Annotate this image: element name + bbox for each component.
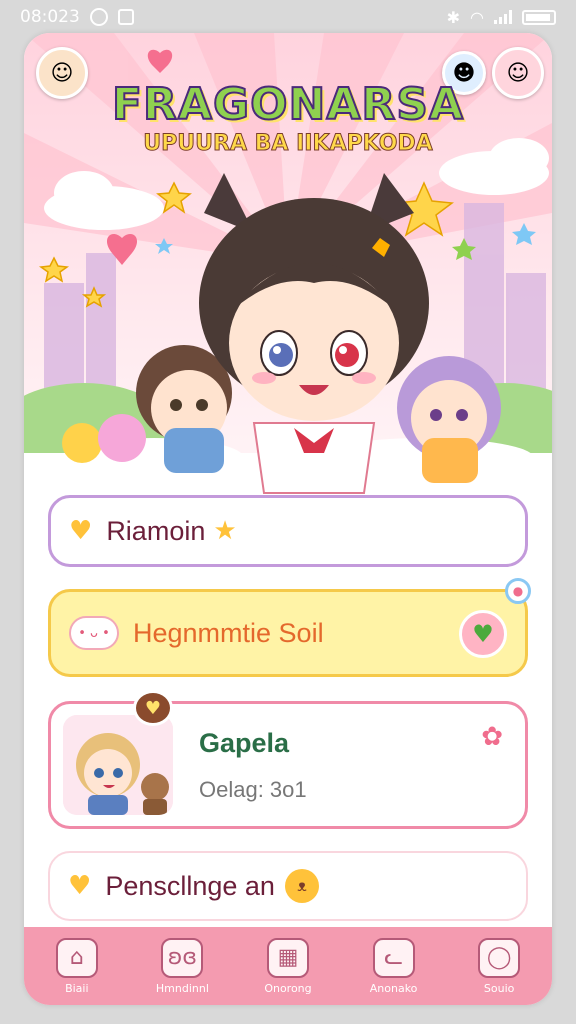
menu-item-1[interactable]: ♥ Riamoin ★ [48, 495, 528, 567]
home-icon: ⌂ [55, 937, 98, 978]
tab-home[interactable]: ⌂ Biaii [32, 937, 122, 995]
calendar-icon: ▦ [266, 937, 309, 978]
tab-label: Anonako [369, 981, 418, 995]
bear-icon: ᴥ [284, 869, 319, 903]
signal-icon [494, 10, 512, 24]
tab-cat[interactable]: ᓚ Anonako [349, 937, 439, 995]
menu-item-3-meta: Oelag: 3o1 [199, 776, 307, 802]
status-bar: 08:023 ✱ ◠ [0, 0, 576, 34]
bottom-tab-bar: ⌂ Biaii ʚɞ Hmndinnl ▦ Onorong ᓚ Anonako … [24, 927, 552, 1005]
bluetooth-icon: ✱ [446, 7, 461, 27]
character-thumbnail [63, 715, 173, 815]
puzzle-icon: ✿ [481, 722, 503, 752]
hero-banner: ☺ ☻ ☺ FRAGONARSA UPUURA BA IIKAPKODA [24, 33, 552, 503]
heart-badge-icon: ♥ [459, 610, 507, 658]
menu-item-1-label: Riamoin [106, 515, 206, 546]
heart-badge-icon: ♥ [133, 690, 173, 726]
cat-icon: ᓚ [372, 937, 415, 978]
wifi-icon: ◠ [470, 7, 484, 27]
sync-icon [89, 8, 108, 26]
notification-dot-icon: ● [505, 578, 531, 604]
menu-item-3[interactable]: ♥ Gapela Oelag: 3o1 ✿ [48, 690, 528, 829]
star-icon: ★ [213, 516, 237, 546]
heart-icon: ♥ [68, 871, 92, 901]
app-title: FRAGONARSA [111, 78, 464, 131]
profile-icon: ◯ [478, 937, 521, 978]
app-subtitle: UPUURA BA IIKAPKODA [143, 131, 433, 157]
tab-label: Biaii [65, 981, 89, 995]
tab-label: Hmndinnl [155, 981, 209, 995]
tab-bunny[interactable]: ʚɞ Hmndinnl [137, 937, 227, 995]
menu-item-4[interactable]: ♥ Penscllnge an ᴥ [48, 851, 528, 921]
cloud-icon: • ᴗ • [69, 616, 119, 650]
battery-icon [522, 9, 556, 25]
heart-icon: ♥ [69, 516, 93, 546]
menu-item-2-label: Hegnmmtie Soil [133, 617, 324, 648]
app-window: ☺ ☻ ☺ FRAGONARSA UPUURA BA IIKAPKODA ♥ R… [24, 33, 552, 1005]
menu-item-4-label: Penscllnge an [105, 870, 275, 901]
tab-profile[interactable]: ◯ Souio [454, 937, 544, 995]
tab-calendar[interactable]: ▦ Onorong [243, 937, 333, 995]
notification-icon [117, 9, 134, 25]
bunny-icon: ʚɞ [161, 937, 204, 978]
tab-label: Souio [483, 981, 515, 995]
character-thumbnail-art [63, 715, 173, 815]
tab-label: Onorong [264, 981, 312, 995]
status-time: 08:023 [20, 7, 80, 27]
menu-item-3-title: Gapela [199, 727, 290, 758]
menu-item-2[interactable]: • ᴗ • Hegnmmtie Soil ♥ ● [48, 578, 531, 677]
